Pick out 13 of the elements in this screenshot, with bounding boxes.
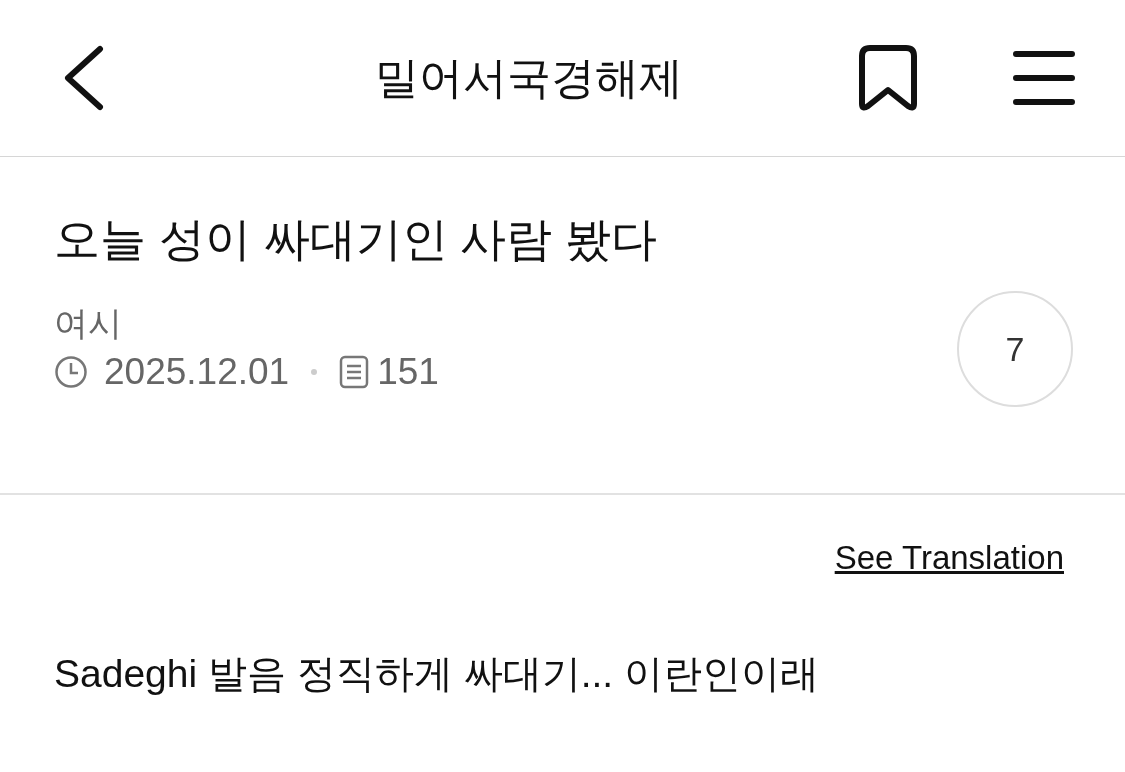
- post-body: Sadeghi 발음 정직하게 싸대기... 이란인이래: [54, 651, 819, 695]
- bookmark-icon[interactable]: [858, 44, 918, 112]
- board-title: 밀어서국경해제: [374, 52, 683, 104]
- see-translation-link[interactable]: See Translation: [834, 533, 1064, 583]
- post-date: 2025.12.01: [104, 349, 290, 394]
- post-title: 오늘 성이 싸대기인 사람 봤다: [54, 212, 659, 267]
- comment-count-button[interactable]: 7: [957, 291, 1073, 408]
- author-name: 여시: [54, 302, 123, 344]
- view-count: 151: [377, 349, 439, 394]
- separator-dot: [311, 368, 318, 375]
- menu-icon[interactable]: [1013, 50, 1075, 106]
- clock-icon: [54, 354, 88, 389]
- document-icon: [339, 354, 370, 389]
